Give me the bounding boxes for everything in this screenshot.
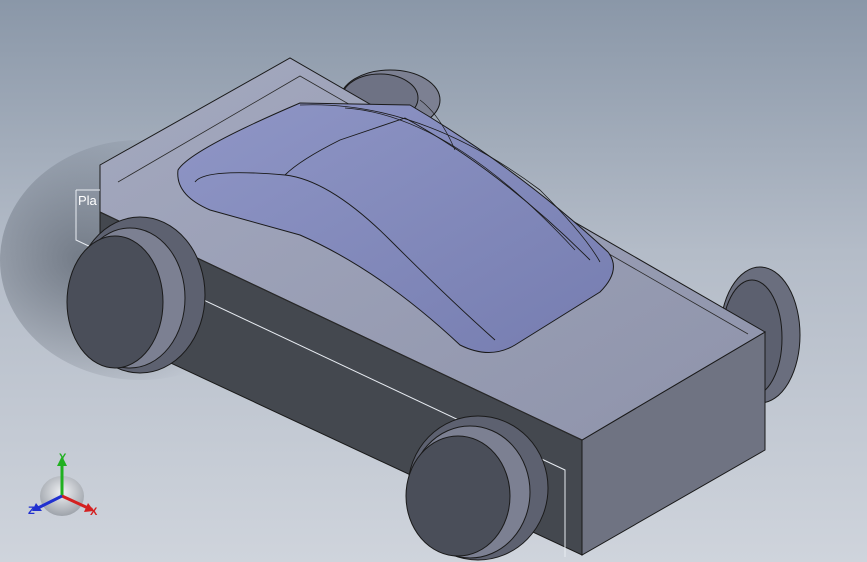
x-axis-label: X [90, 506, 98, 518]
model-scene[interactable]: Pla Y Z X [0, 0, 867, 562]
z-axis-label: Z [28, 505, 35, 517]
plane-label[interactable]: Pla [78, 193, 98, 208]
y-axis-label: Y [59, 452, 67, 464]
graphics-viewport[interactable]: Pla Y Z X [0, 0, 867, 562]
reference-triad[interactable]: Y Z X [28, 452, 98, 518]
